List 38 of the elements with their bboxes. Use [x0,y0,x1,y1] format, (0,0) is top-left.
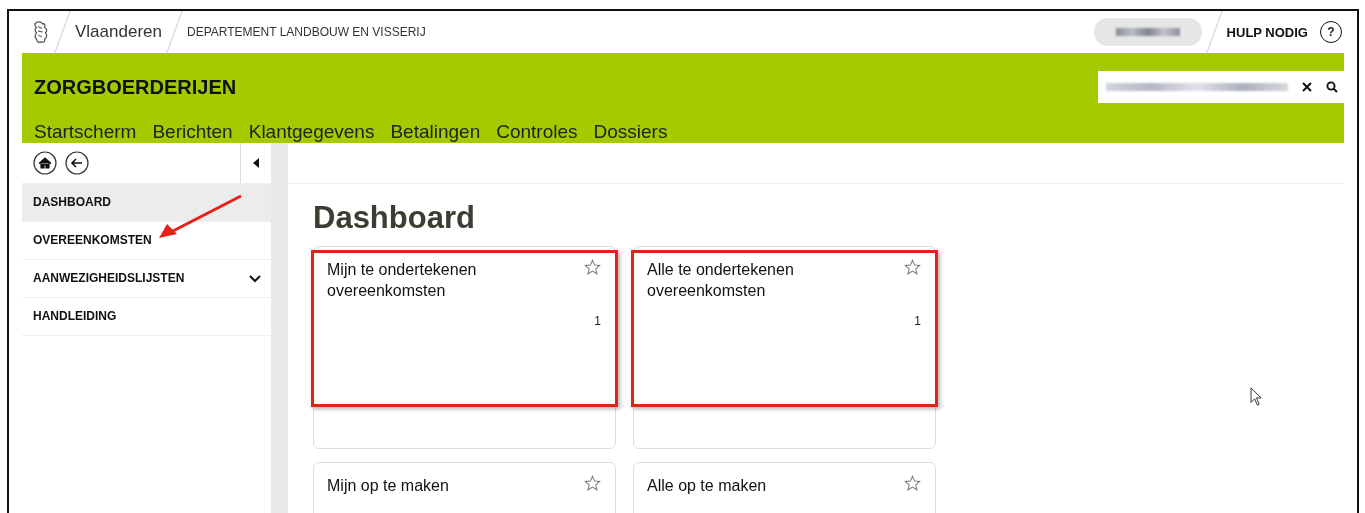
close-icon[interactable] [1302,82,1312,92]
dashboard-card[interactable]: Alle te ondertekenen overeenkomsten 1 [633,246,936,449]
home-button-icon[interactable] [33,151,57,175]
page-title: Dashboard [313,200,476,236]
brand-name[interactable]: Vlaanderen [75,22,162,42]
dashboard-card[interactable]: Mijn op te maken [313,462,616,513]
blurred-user-pill[interactable] [1093,18,1202,46]
sidebar-item[interactable]: OVEREENKOMSTEN [22,222,271,259]
help-link[interactable]: HULP NODIG [1226,24,1308,40]
dashboard-card[interactable]: Alle op te maken [633,462,936,513]
card-title: Mijn te ondertekenen overeenkomsten [327,260,478,301]
back-button-icon[interactable] [65,151,89,175]
sidebar-item[interactable]: DASHBOARD [22,184,271,221]
dashboard-card[interactable]: Mijn te ondertekenen overeenkomsten 1 [313,246,616,449]
mouse-pointer-icon [1250,387,1263,407]
nav-link[interactable]: Dossiers [593,121,668,143]
app-title: ZORGBOERDERIJEN [33,75,237,99]
search-icon[interactable] [1326,81,1338,93]
collapse-icon[interactable] [253,158,259,168]
search-field[interactable] [1098,71,1344,103]
star-icon[interactable] [904,259,921,276]
nav-link[interactable]: Klantgegevens [248,121,375,143]
card-count: 1 [594,314,601,328]
star-icon[interactable] [584,259,601,276]
sidebar-item[interactable]: HANDLEIDING [22,298,271,335]
card-title: Alle op te maken [647,476,768,496]
star-icon[interactable] [584,475,601,492]
card-title: Alle te ondertekenen overeenkomsten [647,260,795,301]
card-count: 1 [914,314,921,328]
chevron-down-icon[interactable] [249,274,261,283]
star-icon[interactable] [904,475,921,492]
department-name: DEPARTEMENT LANDBOUW EN VISSERIJ [186,25,426,39]
nav-link[interactable]: Berichten [152,121,233,143]
nav-link[interactable]: Startscherm [34,121,137,143]
card-title: Mijn op te maken [327,476,450,496]
nav-link[interactable]: Controles [496,121,578,143]
nav-link[interactable]: Betalingen [390,121,481,143]
sidebar-item[interactable]: AANWEZIGHEIDSLIJSTEN [22,260,271,297]
